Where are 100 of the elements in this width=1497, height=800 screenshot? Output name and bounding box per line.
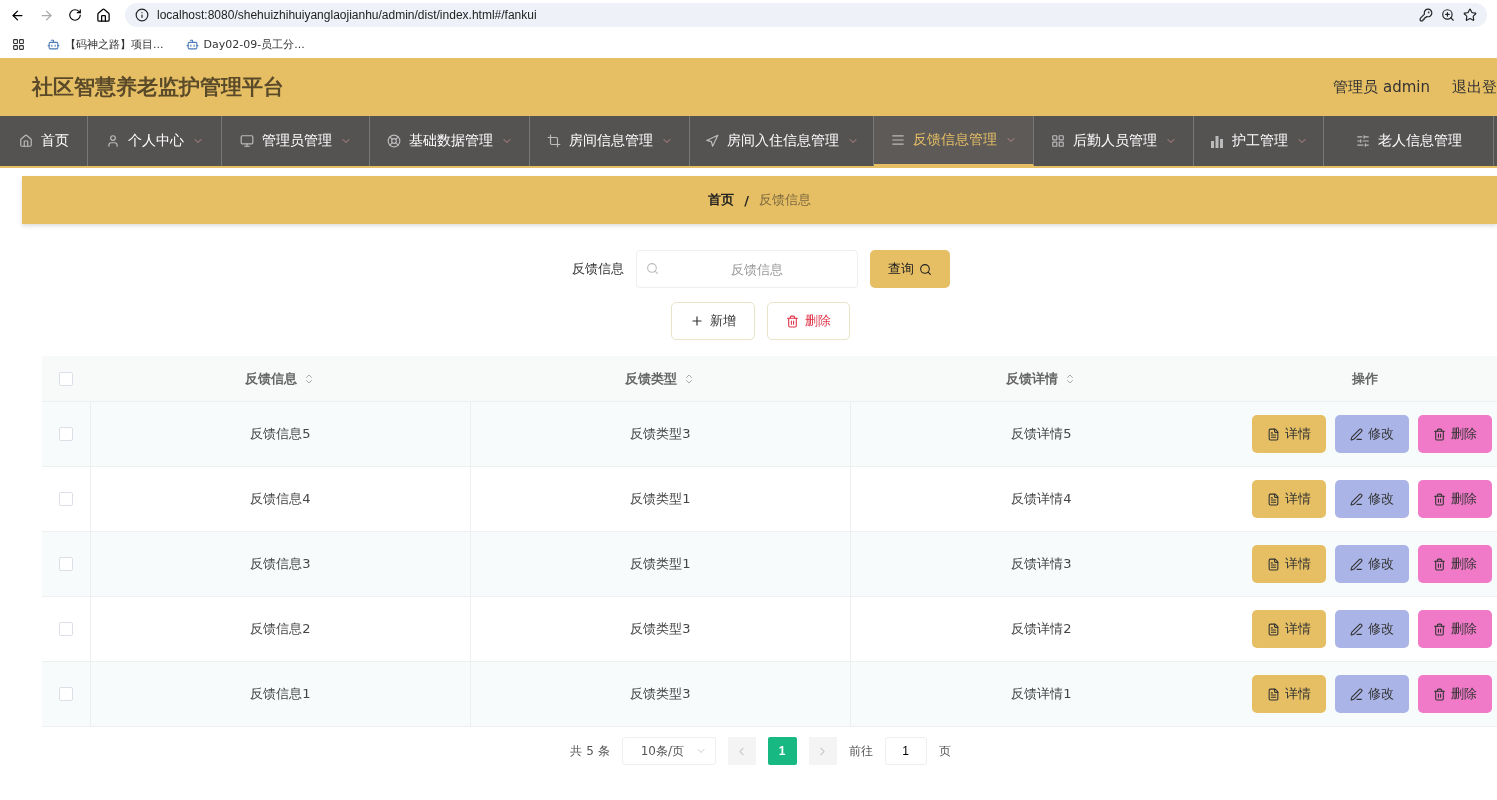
plus-icon [690,314,704,328]
total-count: 共 5 条 [570,742,610,760]
nav-tab[interactable]: 房间信息管理 [530,116,690,166]
pen-icon [1350,492,1363,506]
nav-tab[interactable]: 基础数据管理 [370,116,530,166]
column-header[interactable]: 反馈信息 [90,356,470,401]
document-icon [1267,622,1280,636]
bookmark[interactable]: 【码神之路】项目... [47,36,164,52]
sliders-icon [1355,134,1370,148]
zoom-icon[interactable] [1441,8,1455,22]
trash-icon [1433,622,1446,636]
home-icon[interactable] [96,7,111,23]
table-cell: 反馈类型3 [630,425,691,443]
house-icon [18,134,33,148]
trash-icon [1433,427,1446,441]
table-cell: 反馈信息3 [250,555,311,573]
edit-button[interactable]: 修改 [1335,545,1409,583]
document-icon [1267,557,1280,571]
add-button[interactable]: 新增 [671,302,755,340]
document-icon [1267,427,1280,441]
pen-icon [1350,622,1363,636]
detail-button[interactable]: 详情 [1252,480,1326,518]
pen-icon [1350,427,1363,441]
breadcrumb-item[interactable]: 首页 [708,191,735,209]
nav-tab[interactable]: 首页 [0,116,88,166]
edit-button[interactable]: 修改 [1335,480,1409,518]
delete-button[interactable]: 删除 [1418,675,1492,713]
nav-tab[interactable]: 后勤人员管理 [1034,116,1194,166]
search-icon [918,262,932,276]
search-icon [645,262,659,275]
row-checkbox[interactable] [59,427,73,441]
column-header[interactable]: 反馈详情 [850,356,1232,401]
logout-link[interactable]: 退出登 [1452,77,1497,97]
page-suffix: 页 [938,742,951,760]
apps-icon[interactable] [12,37,25,51]
detail-button[interactable]: 详情 [1252,675,1326,713]
page-size-select[interactable]: 10条/页 [621,737,716,765]
delete-button[interactable]: 删除 [1418,610,1492,648]
next-page-button[interactable] [808,737,837,765]
row-checkbox[interactable] [59,557,73,571]
robot-icon [47,37,60,51]
table-cell: 反馈详情2 [1011,620,1072,638]
user-name: 管理员 admin [1333,77,1430,97]
nav-tab[interactable]: 管理员管理 [222,116,370,166]
breadcrumb-separator: / [744,192,749,208]
table-cell: 反馈类型3 [630,620,691,638]
address-bar[interactable]: localhost:8080/shehuizhihuiyanglaojianhu/admin/dist/index.html#/fankui [125,3,1487,27]
app-title: 社区智慧养老监护管理平台 [32,74,284,101]
edit-button[interactable]: 修改 [1335,415,1409,453]
prev-page-button[interactable] [727,737,756,765]
row-checkbox[interactable] [59,687,73,701]
lifebuoy-icon [386,134,401,148]
star-icon[interactable] [1463,8,1477,22]
nav-tab[interactable]: 个人中心 [88,116,222,166]
table-cell: 反馈详情3 [1011,555,1072,573]
row-checkbox[interactable] [59,622,73,636]
monitor-icon [239,134,254,148]
detail-button[interactable]: 详情 [1252,610,1326,648]
user-icon [105,134,120,148]
table-cell: 反馈类型1 [630,555,691,573]
row-checkbox[interactable] [59,492,73,506]
trash-icon [1433,492,1446,506]
back-icon[interactable] [10,7,25,23]
edit-button[interactable]: 修改 [1335,675,1409,713]
goto-page-field[interactable]: 1 [884,737,927,765]
query-button[interactable]: 查询 [869,250,950,288]
list-icon [890,133,905,147]
table-cell: 反馈类型1 [630,490,691,508]
table-cell: 反馈类型3 [630,685,691,703]
document-icon [1267,492,1280,506]
key-icon[interactable] [1419,8,1433,22]
delete-button[interactable]: 删除 [767,302,850,340]
table-cell: 反馈信息1 [250,685,311,703]
nav-tab[interactable]: 护工管理 [1194,116,1324,166]
table-cell: 反馈信息5 [250,425,311,443]
table-cell: 反馈详情5 [1011,425,1072,443]
crop-icon [546,134,561,148]
url-text: localhost:8080/shehuizhihuiyanglaojianhu/admin/dist/index.html#/fankui [157,8,537,22]
detail-button[interactable]: 详情 [1252,415,1326,453]
forward-icon[interactable] [39,7,54,23]
table-cell: 反馈信息4 [250,490,311,508]
column-header[interactable]: 反馈类型 [470,356,850,401]
delete-button[interactable]: 删除 [1418,415,1492,453]
delete-button[interactable]: 删除 [1418,480,1492,518]
navigation-icon [704,134,719,148]
search-field[interactable]: 反馈信息 [635,250,858,288]
pen-icon [1350,687,1363,701]
table-cell: 反馈详情1 [1011,685,1072,703]
delete-button[interactable]: 删除 [1418,545,1492,583]
nav-tab[interactable]: 老人信息管理 [1324,116,1494,166]
trash-icon [1433,557,1446,571]
select-all-checkbox[interactable] [59,371,73,386]
grid-icon [1050,134,1065,148]
bookmark[interactable]: Day02-09-员工分... [185,36,305,52]
robot-icon [185,37,199,51]
edit-button[interactable]: 修改 [1335,610,1409,648]
nav-tab[interactable]: 反馈信息管理 [874,116,1034,166]
detail-button[interactable]: 详情 [1252,545,1326,583]
reload-icon[interactable] [68,8,82,22]
table-cell: 反馈详情4 [1011,490,1072,508]
